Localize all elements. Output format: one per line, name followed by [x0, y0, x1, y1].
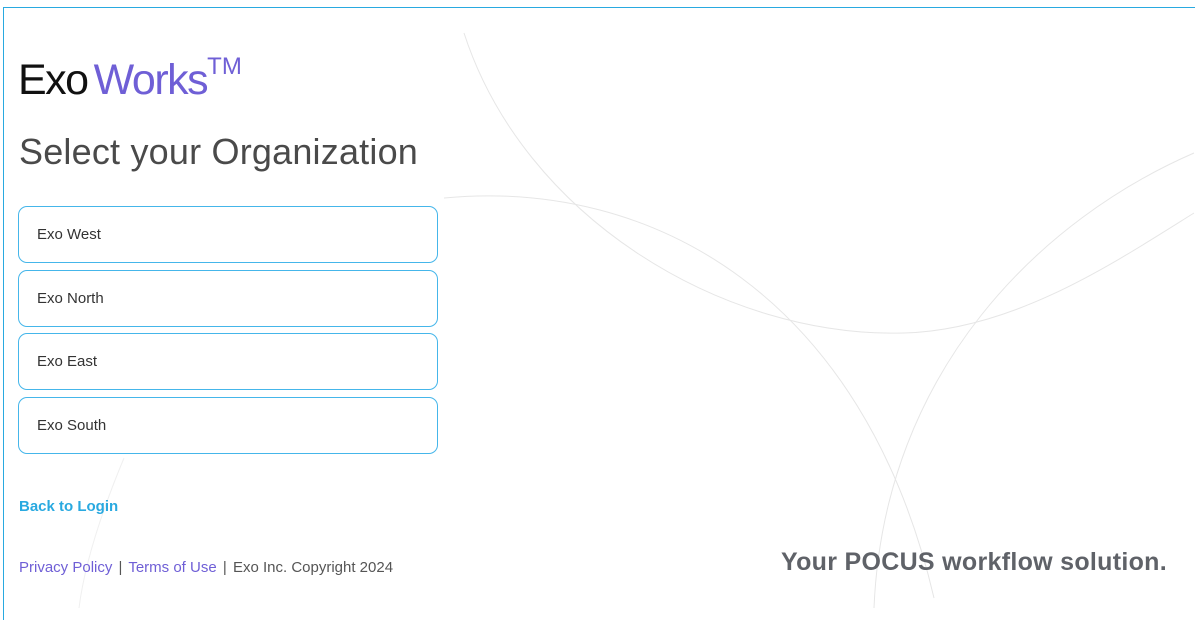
organization-option-exo-west[interactable]: Exo West	[18, 206, 438, 263]
organization-option-label: Exo North	[37, 289, 104, 307]
logo-text-works: Works	[93, 56, 209, 104]
organization-option-exo-south[interactable]: Exo South	[18, 396, 438, 454]
organization-option-exo-north[interactable]: Exo North	[18, 269, 438, 327]
tagline: Your POCUS workflow solution.	[780, 548, 1167, 576]
organization-option-label: Exo East	[37, 353, 98, 370]
privacy-policy-link[interactable]: Privacy Policy	[19, 559, 112, 576]
logo-text-exo: Exo	[18, 56, 89, 104]
organization-option-label: Exo West	[37, 226, 101, 243]
exoworks-logo: Exo WorksTM	[18, 42, 242, 105]
footer-separator: |	[222, 559, 227, 576]
login-page: Exo WorksTM Select your Organization Exo …	[3, 7, 1195, 620]
terms-of-use-link[interactable]: Terms of Use	[128, 559, 216, 576]
organization-list: Exo West Exo North Exo East Exo South	[18, 206, 438, 460]
copyright-text: Exo Inc. Copyright 2024	[232, 559, 394, 576]
footer: Privacy Policy | Terms of Use | Exo Inc.…	[19, 559, 393, 576]
footer-separator: |	[118, 559, 123, 576]
organization-option-label: Exo South	[37, 416, 107, 434]
logo-trademark: TM	[207, 53, 242, 80]
page-title: Select your Organization	[19, 131, 419, 172]
organization-option-exo-east[interactable]: Exo East	[18, 333, 438, 390]
back-to-login-link[interactable]: Back to Login	[19, 498, 118, 515]
